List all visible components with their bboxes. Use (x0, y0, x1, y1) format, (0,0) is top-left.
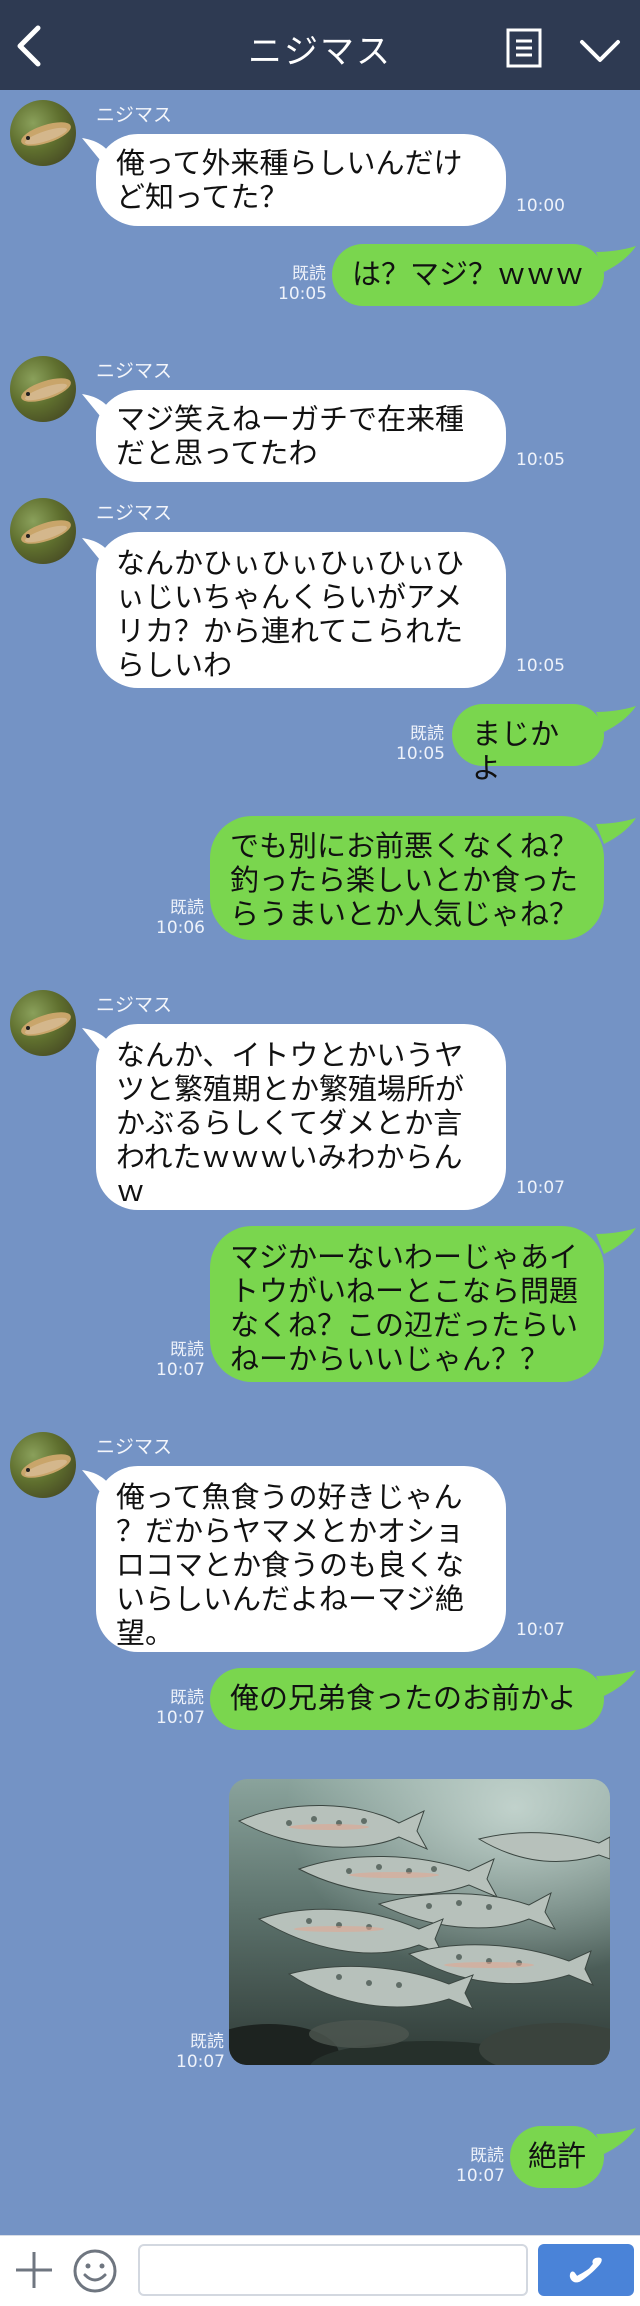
message-bubble[interactable]: なんか、イトウとかいうヤ ツと繁殖期とか繁殖場所が かぶるらしくてダメとか言 わ… (96, 1024, 506, 1210)
message-bubble[interactable]: まじかよ (452, 704, 604, 785)
read-receipt: 既読 10:05 (396, 724, 445, 764)
message-time: 10:07 (516, 1620, 565, 1640)
sender-name: ニジマス (96, 360, 173, 382)
message-input[interactable] (138, 2244, 528, 2296)
message-bubble[interactable]: は？マジ？ｗｗｗ (332, 244, 604, 306)
smiley-icon[interactable] (72, 2248, 118, 2294)
chevron-down-icon[interactable] (578, 36, 622, 64)
message-bubble[interactable]: マジかーないわーじゃあイ トウがいねーとこなら問題 なくね？この辺だったらい ね… (210, 1226, 604, 1382)
phone-icon (569, 2257, 602, 2283)
message-bubble[interactable]: マジ笑えねーガチで在来種 だと思ってたわ (96, 390, 506, 482)
avatar[interactable] (10, 356, 76, 422)
read-receipt: 既読 10:07 (156, 1340, 205, 1380)
bubble-tail (596, 706, 636, 732)
message-composer (0, 2235, 640, 2306)
message-time: 10:05 (516, 656, 565, 676)
avatar[interactable] (10, 990, 76, 1056)
avatar[interactable] (10, 100, 76, 166)
bubble-tail (596, 818, 636, 844)
chat-header: ニジマス (0, 0, 640, 90)
read-receipt: 既読 10:07 (156, 1688, 205, 1728)
chat-title: ニジマス (248, 32, 392, 72)
read-receipt: 既読 10:06 (156, 898, 205, 938)
message-time: 10:00 (516, 196, 565, 216)
trout-school-photo[interactable] (229, 1779, 610, 2065)
message-bubble[interactable]: でも別にお前悪くなくね？ 釣ったら楽しいとか食った らうまいとか人気じゃね？ (210, 816, 604, 940)
sender-name: ニジマス (96, 994, 173, 1016)
read-receipt: 既読 10:07 (176, 2032, 225, 2072)
plus-icon[interactable] (14, 2250, 54, 2290)
read-receipt: 既読 10:07 (456, 2146, 505, 2186)
message-time: 10:07 (516, 1178, 565, 1198)
send-call-button[interactable] (538, 2244, 634, 2296)
menu-list-icon[interactable] (506, 28, 542, 68)
avatar[interactable] (10, 498, 76, 564)
bubble-tail (596, 1228, 636, 1254)
message-bubble[interactable]: 俺って外来種らしいんだけ ど知ってた？ (96, 134, 506, 226)
sender-name: ニジマス (96, 502, 173, 524)
message-bubble[interactable]: 絶許 (510, 2126, 604, 2188)
bubble-tail (596, 2128, 636, 2154)
message-time: 10:05 (516, 450, 565, 470)
avatar[interactable] (10, 1432, 76, 1498)
bubble-tail (596, 246, 636, 272)
message-bubble[interactable]: 俺の兄弟食ったのお前かよ (210, 1668, 604, 1730)
sender-name: ニジマス (96, 104, 173, 126)
message-bubble[interactable]: なんかひぃひぃひぃひぃひ ぃじいちゃんくらいがアメ リカ？から連れてこられた ら… (96, 532, 506, 688)
read-receipt: 既読 10:05 (278, 264, 327, 304)
bubble-tail (596, 1670, 636, 1696)
message-bubble[interactable]: 俺って魚食うの好きじゃん ？だからヤマメとかオショ ロコマとか食うのも良くな い… (96, 1466, 506, 1652)
sender-name: ニジマス (96, 1436, 173, 1458)
